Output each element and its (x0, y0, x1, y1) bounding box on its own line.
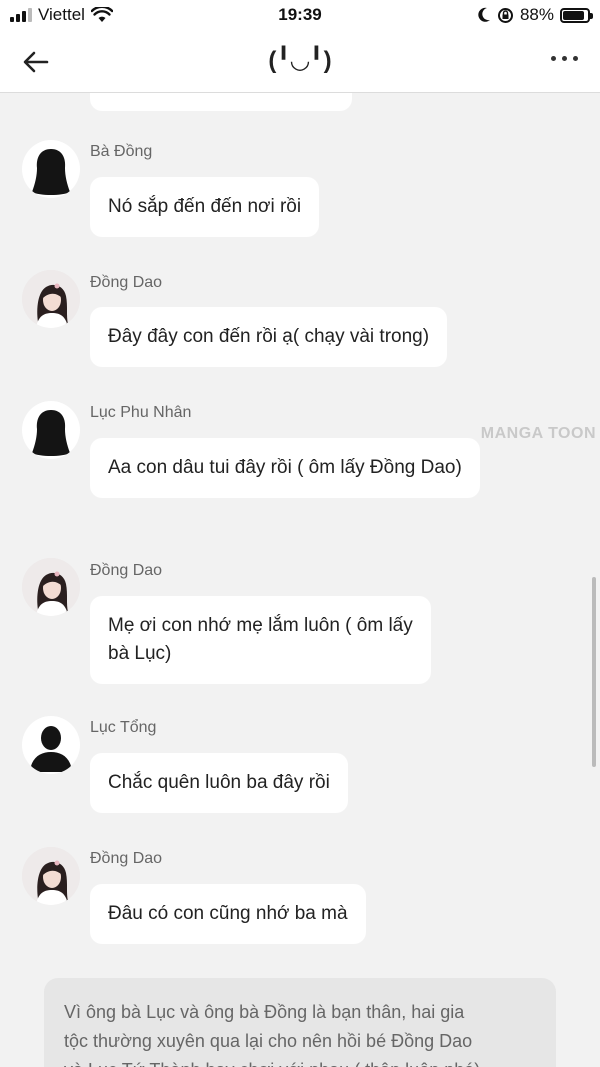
sender-name: Lục Tổng (90, 719, 157, 736)
girl-avatar-icon (22, 558, 80, 616)
moon-icon (478, 7, 490, 22)
sender-name: Đồng Dao (90, 850, 163, 867)
avatar[interactable] (22, 401, 80, 459)
status-bar: Viettel 19:39 88% (0, 0, 600, 32)
message-line: bà Lục) (108, 643, 172, 664)
girl-avatar-icon (22, 847, 80, 905)
message-bubble[interactable]: Aa con dâu tui đây rồi ( ôm lấy Đồng Dao… (90, 438, 480, 498)
watermark: MANGA TOON (480, 425, 596, 442)
message-bubble[interactable]: Đâu có con cũng nhớ ba mà (90, 884, 366, 944)
more-dots-icon[interactable] (551, 56, 578, 61)
previous-message-bubble (90, 93, 352, 111)
sender-name: Bà Đồng (90, 143, 153, 160)
avatar[interactable] (22, 558, 80, 616)
sender-name: Đồng Dao (90, 562, 163, 579)
nav-bar: (╹◡╹) (0, 32, 600, 93)
silhouette-woman-icon (32, 149, 70, 195)
sender-name: Đồng Dao (90, 274, 163, 291)
message-bubble[interactable]: Đây đây con đến rồi ạ( chạy vài trong) (90, 307, 448, 367)
scrollbar[interactable] (592, 577, 596, 767)
message-line: Mẹ ơi con nhớ mẹ lắm luôn ( ôm lấy (108, 615, 413, 636)
narration-block: Vì ông bà Lục và ông bà Đồng là bạn thân… (44, 978, 556, 1067)
rotation-lock-icon (497, 7, 513, 23)
avatar[interactable] (22, 716, 80, 774)
silhouette-man-icon (30, 726, 72, 772)
message-bubble[interactable]: Chắc quên luôn ba đây rồi (90, 753, 348, 813)
chat-area[interactable]: Bà Đồng Nó sắp đến đến nơi rồi Đồng Dao … (0, 93, 600, 1067)
battery-level (563, 10, 585, 20)
avatar[interactable] (22, 847, 80, 905)
silhouette-woman-icon (32, 410, 70, 456)
avatar[interactable] (22, 140, 80, 198)
narration-line: và Lục Tứ Thành hay chơi với nhau ( thân… (64, 1056, 536, 1067)
message-bubble[interactable]: Nó sắp đến đến nơi rồi (90, 177, 320, 237)
sender-name: Lục Phu Nhân (90, 404, 192, 421)
battery-icon (560, 7, 593, 23)
battery-percent: 88% (519, 5, 554, 24)
message-bubble[interactable]: Mẹ ơi con nhớ mẹ lắm luôn ( ôm lấy bà Lụ… (90, 596, 431, 684)
avatar[interactable] (22, 270, 80, 328)
narration-line: tộc thường xuyên qua lại cho nên hồi bé … (64, 1031, 473, 1051)
chat-title: (╹◡╹) (268, 47, 332, 74)
narration-line: Vì ông bà Lục và ông bà Đồng là bạn thân… (64, 1002, 465, 1022)
girl-avatar-icon (22, 270, 80, 328)
status-right: 88% (477, 5, 593, 25)
